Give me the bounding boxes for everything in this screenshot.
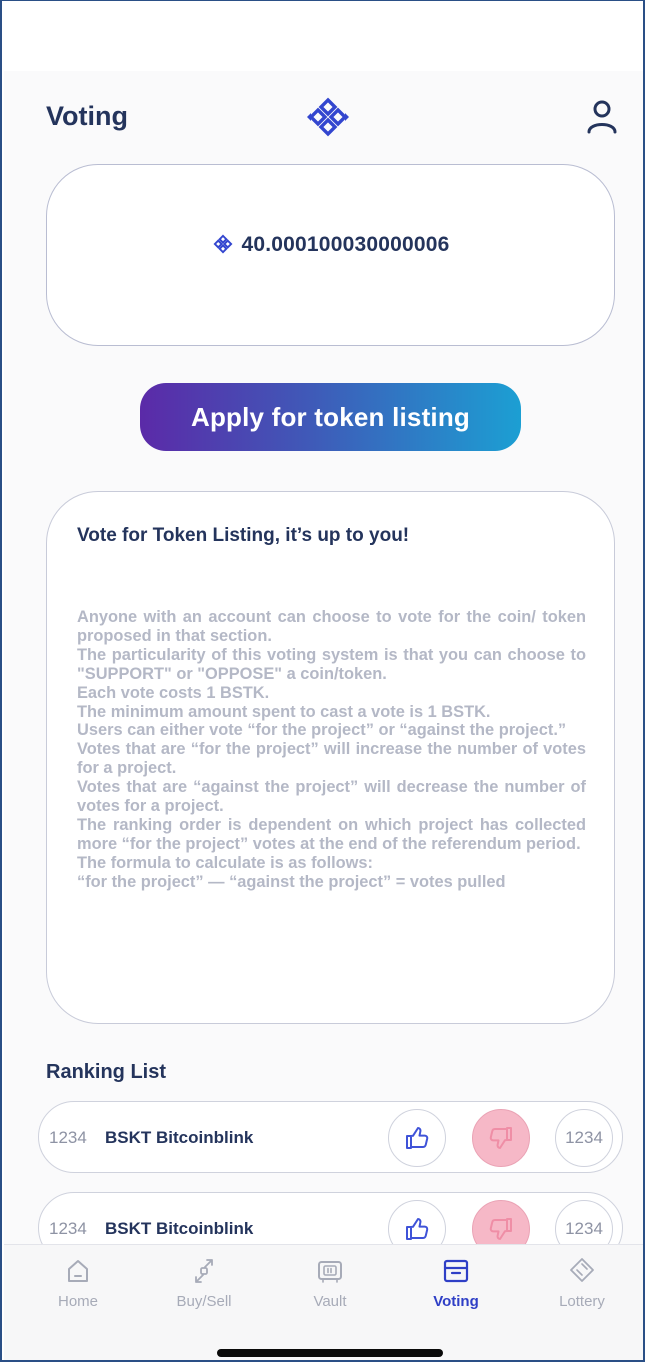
info-line: The formula to calculate is as follows: xyxy=(77,853,374,872)
balance-display: 40.000100030000006 xyxy=(47,233,614,257)
balance-amount: 40.000100030000006 xyxy=(241,233,450,256)
ranking-row[interactable]: 1234 BSKT Bitcoinblink 1234 xyxy=(38,1101,623,1173)
vault-icon xyxy=(318,1261,342,1283)
rank-number: 1234 xyxy=(49,1219,87,1238)
info-line: The ranking order is dependent on which … xyxy=(77,815,586,853)
tab-buy-sell[interactable]: Buy/Sell xyxy=(149,1257,259,1310)
exchange-arrows-icon xyxy=(195,1259,213,1283)
info-line: The particularity of this voting system … xyxy=(77,645,586,683)
token-icon xyxy=(213,234,232,254)
info-line: Each vote costs 1 BSTK. xyxy=(77,683,270,702)
tab-vault[interactable]: Vault xyxy=(275,1257,385,1310)
tab-home[interactable]: Home xyxy=(23,1257,133,1310)
page-title: Voting xyxy=(46,101,128,131)
info-card-body: Anyone with an account can choose to vot… xyxy=(77,608,586,892)
info-line: Votes that are “for the project” will in… xyxy=(77,740,586,778)
voting-info-card: Vote for Token Listing, it’s up to you! … xyxy=(46,491,615,1024)
tab-label: Vault xyxy=(313,1293,347,1310)
downvote-button[interactable] xyxy=(472,1109,530,1167)
profile-icon[interactable] xyxy=(585,99,619,135)
phone-frame: Voting 40.000100030000006 Apply for toke… xyxy=(0,0,645,1362)
brand-logo-icon xyxy=(307,97,349,137)
info-line: Votes that are “against the project” wil… xyxy=(77,778,586,816)
ranking-list-title: Ranking List xyxy=(46,1061,167,1083)
thumbs-down-icon xyxy=(489,1218,512,1240)
rank-number: 1234 xyxy=(49,1128,87,1147)
info-card-title: Vote for Token Listing, it’s up to you! xyxy=(77,525,410,546)
thumbs-down-icon xyxy=(489,1127,512,1149)
tab-label: Buy/Sell xyxy=(176,1293,232,1310)
info-line: Anyone with an account can choose to vot… xyxy=(77,608,586,645)
tab-voting[interactable]: Voting xyxy=(401,1257,511,1310)
thumbs-up-icon xyxy=(406,1127,429,1149)
apply-token-listing-button[interactable]: Apply for token listing xyxy=(140,383,521,451)
info-line: “for the project” — “against the project… xyxy=(77,872,506,891)
home-indicator xyxy=(217,1349,443,1357)
tab-label: Lottery xyxy=(559,1293,605,1310)
token-name: BSKT Bitcoinblink xyxy=(105,1128,254,1147)
balance-card: 40.000100030000006 xyxy=(46,164,615,346)
info-line: Users can either vote “for the project” … xyxy=(77,721,567,740)
upvote-button[interactable] xyxy=(388,1109,446,1167)
tab-label: Home xyxy=(57,1293,98,1310)
ticket-icon xyxy=(570,1258,594,1282)
tab-label: Voting xyxy=(433,1293,479,1310)
home-icon xyxy=(68,1260,88,1282)
thumbs-up-icon xyxy=(406,1218,429,1240)
tab-lottery[interactable]: Lottery xyxy=(527,1257,637,1310)
token-name: BSKT Bitcoinblink xyxy=(105,1219,254,1238)
ballot-box-icon xyxy=(443,1259,469,1283)
info-line: The minimum amount spent to cast a vote … xyxy=(77,702,491,721)
bottom-tab-bar: Home Buy/Sell Vault Voting Lottery xyxy=(4,1244,643,1360)
vote-count: 1234 xyxy=(555,1109,613,1167)
